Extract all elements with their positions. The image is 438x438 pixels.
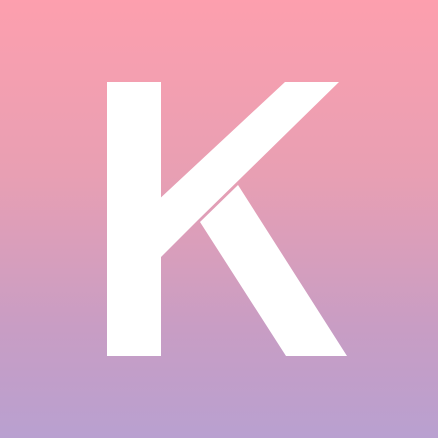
app-icon[interactable] — [0, 0, 438, 438]
k-stem — [107, 82, 161, 356]
k-lower-leg — [200, 185, 347, 356]
k-logo-icon — [107, 82, 347, 356]
